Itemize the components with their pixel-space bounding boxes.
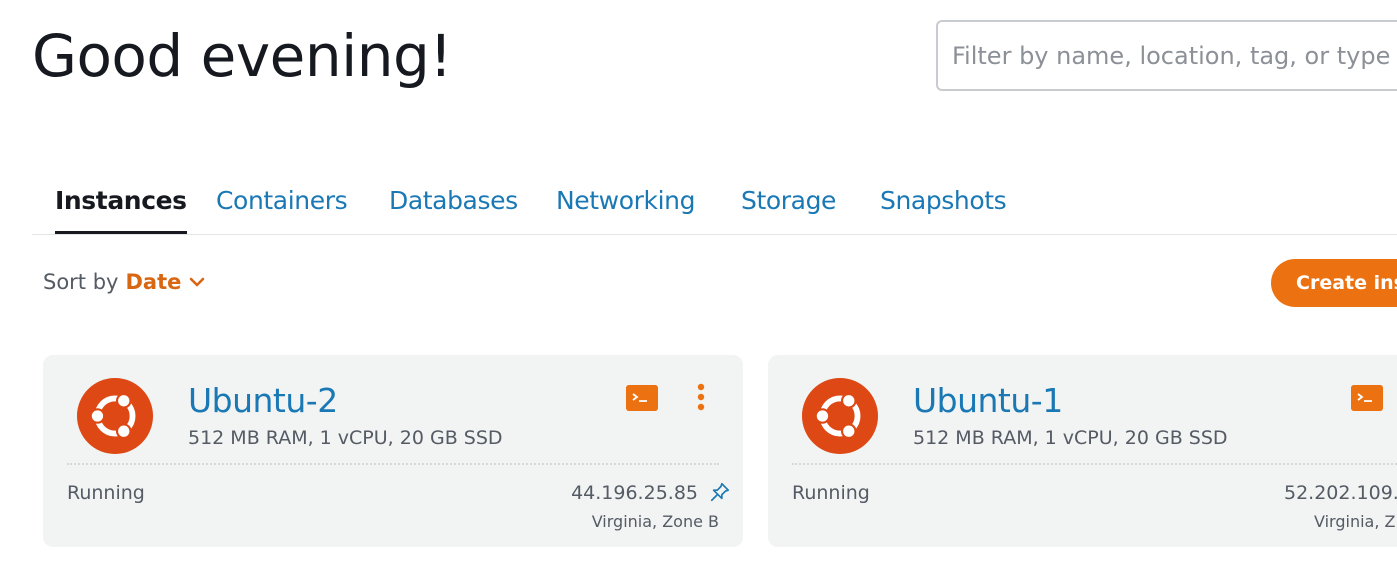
lightsail-home: Good evening! Instances Containers Datab… xyxy=(0,0,1397,567)
instance-name-link[interactable]: Ubuntu-1 xyxy=(913,381,1063,420)
page-greeting: Good evening! xyxy=(32,22,453,90)
instance-specs: 512 MB RAM, 1 vCPU, 20 GB SSD xyxy=(913,427,1228,449)
instance-card[interactable]: Ubuntu-1 512 MB RAM, 1 vCPU, 20 GB SSD R… xyxy=(768,355,1397,547)
create-instance-button[interactable]: Create inst xyxy=(1271,259,1397,307)
tab-containers[interactable]: Containers xyxy=(216,186,348,232)
card-divider xyxy=(67,463,719,465)
instance-specs: 512 MB RAM, 1 vCPU, 20 GB SSD xyxy=(188,427,503,449)
instance-ip: 52.202.109. xyxy=(1284,482,1397,504)
instance-name-link[interactable]: Ubuntu-2 xyxy=(188,381,338,420)
ubuntu-logo-icon xyxy=(76,377,154,455)
chevron-down-icon[interactable] xyxy=(189,274,205,290)
instance-region: Virginia, Z xyxy=(1314,512,1396,531)
resource-tabs: Instances Containers Databases Networkin… xyxy=(32,186,1397,235)
sort-label: Sort by xyxy=(43,270,119,294)
more-actions-icon[interactable] xyxy=(695,382,707,412)
tab-storage[interactable]: Storage xyxy=(741,186,836,232)
instance-region: Virginia, Zone B xyxy=(591,512,719,531)
card-divider xyxy=(792,463,1397,465)
terminal-icon[interactable] xyxy=(1351,385,1383,411)
terminal-icon[interactable] xyxy=(626,385,658,411)
instance-status: Running xyxy=(792,482,870,504)
tab-networking[interactable]: Networking xyxy=(556,186,695,232)
instance-card[interactable]: Ubuntu-2 512 MB RAM, 1 vCPU, 20 GB SSD R… xyxy=(43,355,743,547)
ubuntu-logo-icon xyxy=(801,377,879,455)
tab-instances[interactable]: Instances xyxy=(55,186,187,234)
sort-control: Sort by Date xyxy=(43,270,205,294)
tab-snapshots[interactable]: Snapshots xyxy=(880,186,1007,232)
filter-search-input[interactable] xyxy=(938,22,1397,89)
sort-value-dropdown[interactable]: Date xyxy=(125,270,181,294)
instance-ip: 44.196.25.85 xyxy=(571,482,698,504)
tab-databases[interactable]: Databases xyxy=(389,186,518,232)
instance-status: Running xyxy=(67,482,145,504)
pin-icon[interactable] xyxy=(709,481,731,503)
filter-search-box[interactable] xyxy=(936,20,1397,91)
